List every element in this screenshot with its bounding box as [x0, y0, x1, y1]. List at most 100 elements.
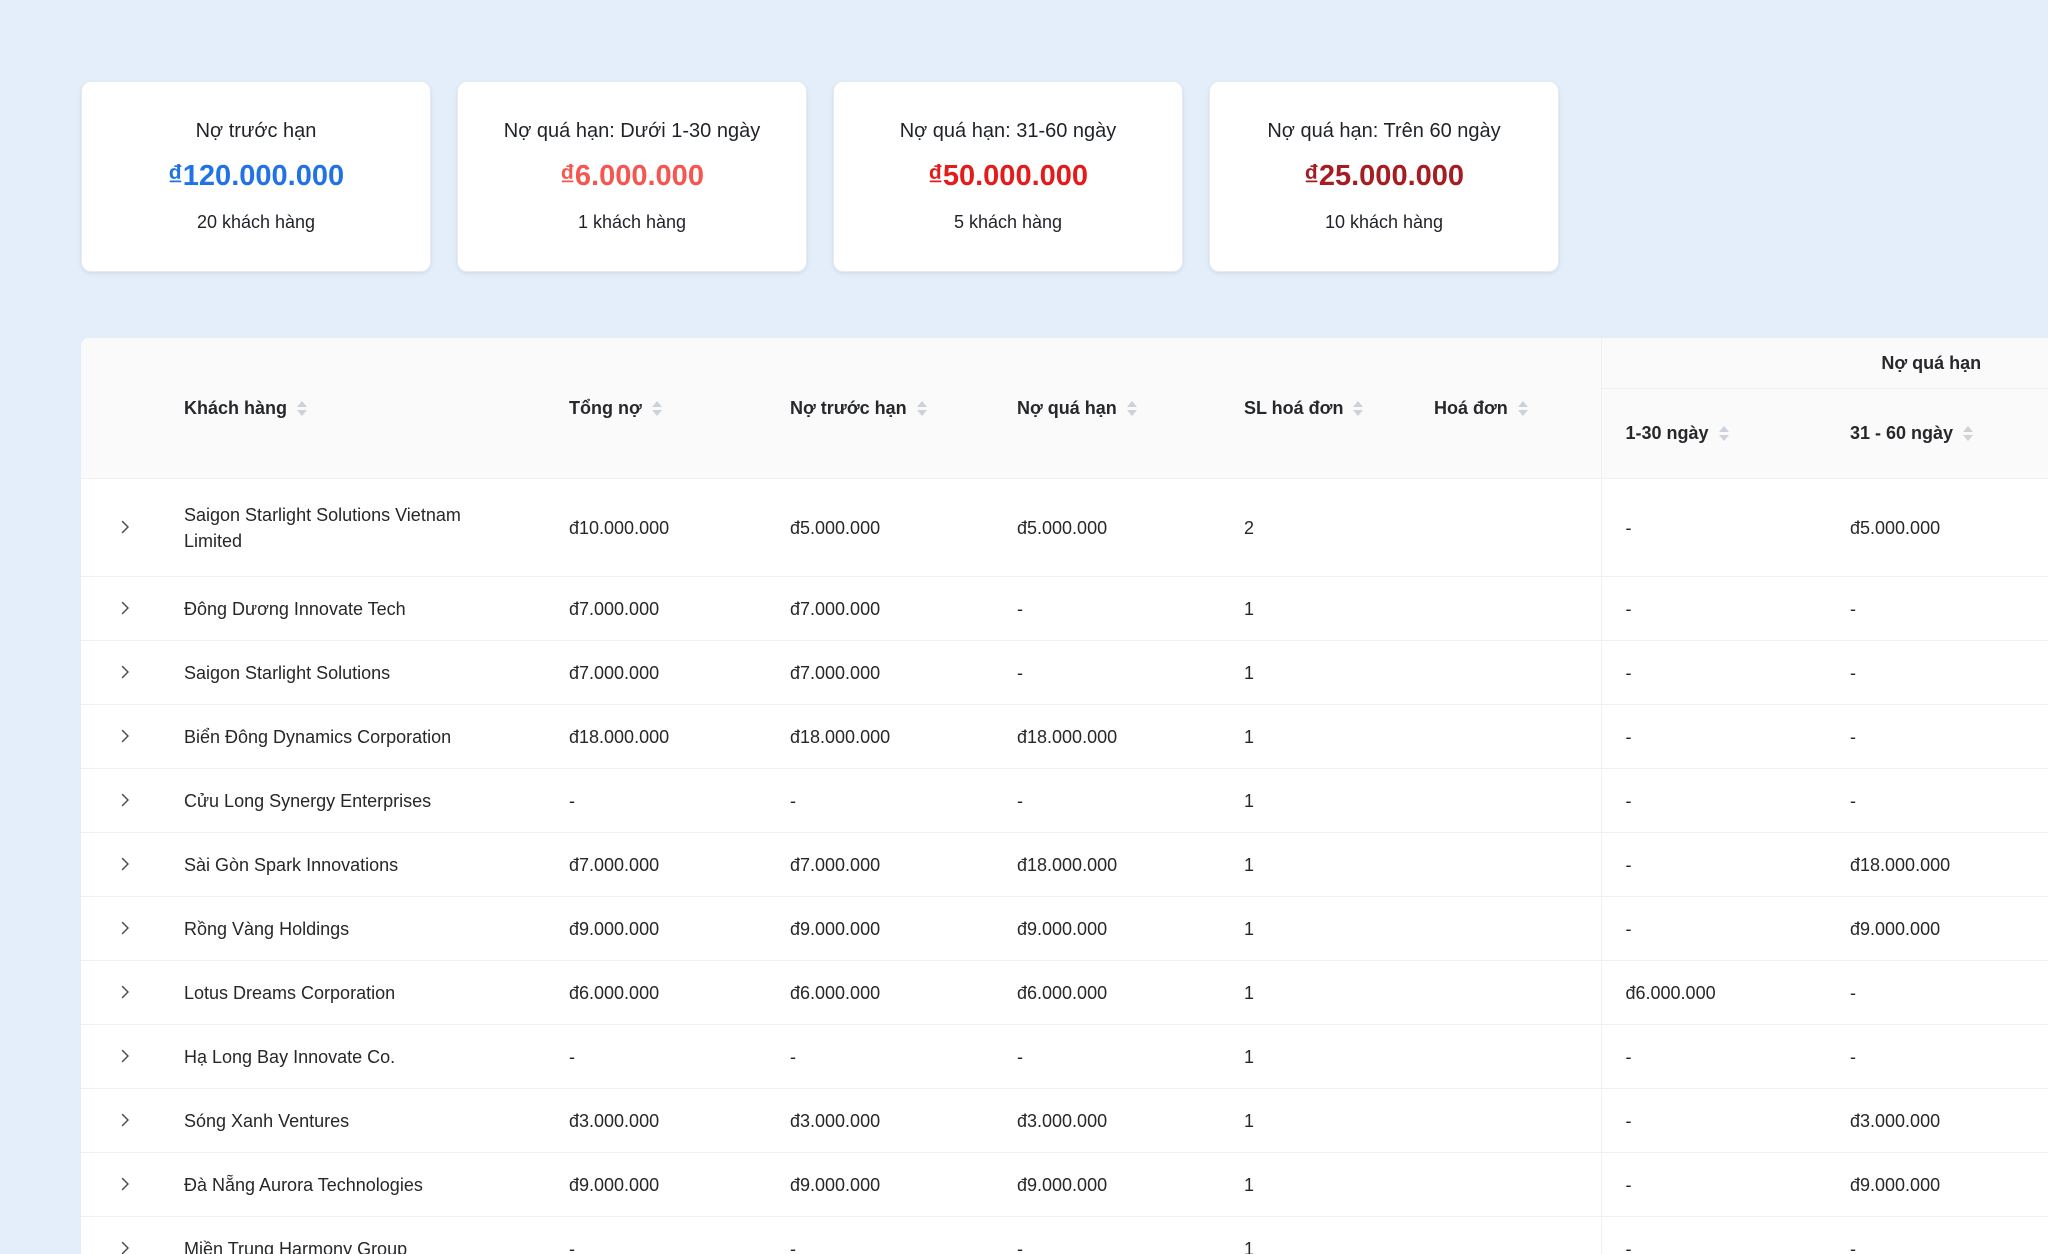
cell-khach-hang: Đông Dương Innovate Tech — [168, 577, 553, 641]
cell-sl-hoa-don: 1 — [1228, 897, 1418, 961]
table-row[interactable]: Biển Đông Dynamics Corporation đ18.000.0… — [81, 705, 2048, 769]
cell-hoa-don — [1418, 833, 1601, 897]
row-expander-cell — [81, 769, 168, 833]
table-row[interactable]: Hạ Long Bay Innovate Co. - - - 1 - - — [81, 1025, 2048, 1089]
table-row[interactable]: Đà Nẵng Aurora Technologies đ9.000.000 đ… — [81, 1153, 2048, 1217]
cell-no-truoc-han: đ7.000.000 — [774, 577, 1001, 641]
cell-no-qua-han: đ18.000.000 — [1001, 833, 1228, 897]
expand-chevron-icon[interactable] — [111, 914, 139, 942]
row-expander-cell — [81, 1025, 168, 1089]
table-row[interactable]: Saigon Starlight Solutions đ7.000.000 đ7… — [81, 641, 2048, 705]
cell-no-qua-han: - — [1001, 577, 1228, 641]
table-row[interactable]: Saigon Starlight Solutions Vietnam Limit… — [81, 479, 2048, 577]
header-no-truoc-han[interactable]: Nợ trước hạn — [774, 338, 1001, 479]
cell-1-30-ngay: - — [1601, 1025, 1834, 1089]
expand-chevron-icon[interactable] — [111, 1234, 139, 1254]
cell-1-30-ngay: - — [1601, 1217, 1834, 1254]
expand-chevron-icon[interactable] — [111, 513, 139, 541]
expand-chevron-icon[interactable] — [111, 722, 139, 750]
cell-1-30-ngay: - — [1601, 1089, 1834, 1153]
table-row[interactable]: Rồng Vàng Holdings đ9.000.000 đ9.000.000… — [81, 897, 2048, 961]
sort-icon — [1719, 426, 1729, 441]
expand-chevron-icon[interactable] — [111, 786, 139, 814]
cell-31-60-ngay: đ9.000.000 — [1834, 1153, 2048, 1217]
cell-tong-no: đ9.000.000 — [553, 1153, 774, 1217]
card-no-qua-han-31-60: Nợ quá hạn: 31-60 ngày ₫50.000.000 5 khá… — [833, 81, 1183, 272]
card-customer-count: 20 khách hàng — [197, 212, 315, 234]
expand-chevron-icon[interactable] — [111, 594, 139, 622]
table-row[interactable]: Miền Trung Harmony Group - - - 1 - - — [81, 1217, 2048, 1254]
table-row[interactable]: Sóng Xanh Ventures đ3.000.000 đ3.000.000… — [81, 1089, 2048, 1153]
cell-1-30-ngay: - — [1601, 479, 1834, 577]
cell-no-truoc-han: - — [774, 769, 1001, 833]
cell-no-qua-han: - — [1001, 1217, 1228, 1254]
cell-no-truoc-han: đ7.000.000 — [774, 641, 1001, 705]
cell-no-qua-han: - — [1001, 1025, 1228, 1089]
header-hoa-don[interactable]: Hoá đơn — [1418, 338, 1601, 479]
row-expander-cell — [81, 1153, 168, 1217]
cell-khach-hang: Saigon Starlight Solutions — [168, 641, 553, 705]
cell-no-qua-han: đ9.000.000 — [1001, 1153, 1228, 1217]
header-khach-hang[interactable]: Khách hàng — [168, 338, 553, 479]
cell-sl-hoa-don: 1 — [1228, 833, 1418, 897]
header-31-60-ngay[interactable]: 31 - 60 ngày — [1834, 389, 2048, 479]
header-tong-no[interactable]: Tổng nợ — [553, 338, 774, 479]
cell-khach-hang: Saigon Starlight Solutions Vietnam Limit… — [168, 479, 553, 577]
table-row[interactable]: Đông Dương Innovate Tech đ7.000.000 đ7.0… — [81, 577, 2048, 641]
cell-sl-hoa-don: 1 — [1228, 1089, 1418, 1153]
cell-hoa-don — [1418, 705, 1601, 769]
cell-1-30-ngay: - — [1601, 897, 1834, 961]
expand-chevron-icon[interactable] — [111, 850, 139, 878]
card-customer-count: 10 khách hàng — [1325, 212, 1443, 234]
cell-31-60-ngay: - — [1834, 1025, 2048, 1089]
header-label: Nợ trước hạn — [790, 398, 907, 419]
card-value: ₫25.000.000 — [1304, 159, 1464, 194]
cell-1-30-ngay: - — [1601, 641, 1834, 705]
expand-chevron-icon[interactable] — [111, 978, 139, 1006]
header-1-30-ngay[interactable]: 1-30 ngày — [1601, 389, 1834, 479]
debt-table-container[interactable]: Khách hàng Tổng nợ Nợ trước hạn Nợ quá h… — [81, 338, 2048, 1254]
cell-tong-no: đ7.000.000 — [553, 641, 774, 705]
cell-tong-no: - — [553, 769, 774, 833]
cell-sl-hoa-don: 1 — [1228, 961, 1418, 1025]
card-title: Nợ trước hạn — [196, 119, 317, 143]
header-label: 31 - 60 ngày — [1850, 423, 1953, 444]
expand-chevron-icon[interactable] — [111, 1106, 139, 1134]
cell-no-truoc-han: - — [774, 1025, 1001, 1089]
expand-chevron-icon[interactable] — [111, 1042, 139, 1070]
header-sl-hoa-don[interactable]: SL hoá đơn — [1228, 338, 1418, 479]
header-no-qua-han[interactable]: Nợ quá hạn — [1001, 338, 1228, 479]
cell-31-60-ngay: - — [1834, 577, 2048, 641]
sort-icon — [652, 401, 662, 416]
expand-chevron-icon[interactable] — [111, 1170, 139, 1198]
cell-no-truoc-han: đ9.000.000 — [774, 1153, 1001, 1217]
cell-hoa-don — [1418, 577, 1601, 641]
cell-sl-hoa-don: 1 — [1228, 577, 1418, 641]
table-row[interactable]: Cửu Long Synergy Enterprises - - - 1 - - — [81, 769, 2048, 833]
card-no-qua-han-tren-60: Nợ quá hạn: Trên 60 ngày ₫25.000.000 10 … — [1209, 81, 1559, 272]
cell-tong-no: đ7.000.000 — [553, 577, 774, 641]
cell-sl-hoa-don: 1 — [1228, 1025, 1418, 1089]
cell-31-60-ngay: đ9.000.000 — [1834, 897, 2048, 961]
row-expander-cell — [81, 897, 168, 961]
cell-sl-hoa-don: 1 — [1228, 1217, 1418, 1254]
row-expander-cell — [81, 577, 168, 641]
cell-hoa-don — [1418, 1025, 1601, 1089]
card-value: ₫6.000.000 — [560, 159, 704, 194]
cell-tong-no: đ9.000.000 — [553, 897, 774, 961]
sort-icon — [1353, 401, 1363, 416]
row-expander-cell — [81, 961, 168, 1025]
expand-chevron-icon[interactable] — [111, 658, 139, 686]
cell-1-30-ngay: đ6.000.000 — [1601, 961, 1834, 1025]
table-row[interactable]: Sài Gòn Spark Innovations đ7.000.000 đ7.… — [81, 833, 2048, 897]
row-expander-cell — [81, 705, 168, 769]
card-value: ₫50.000.000 — [928, 159, 1088, 194]
debt-table: Khách hàng Tổng nợ Nợ trước hạn Nợ quá h… — [81, 338, 2048, 1254]
header-label: Nợ quá hạn — [1017, 398, 1117, 419]
cell-tong-no: đ7.000.000 — [553, 833, 774, 897]
cell-khach-hang: Miền Trung Harmony Group — [168, 1217, 553, 1254]
cell-31-60-ngay: đ18.000.000 — [1834, 833, 2048, 897]
table-row[interactable]: Lotus Dreams Corporation đ6.000.000 đ6.0… — [81, 961, 2048, 1025]
cell-no-qua-han: đ5.000.000 — [1001, 479, 1228, 577]
cell-no-truoc-han: đ7.000.000 — [774, 833, 1001, 897]
